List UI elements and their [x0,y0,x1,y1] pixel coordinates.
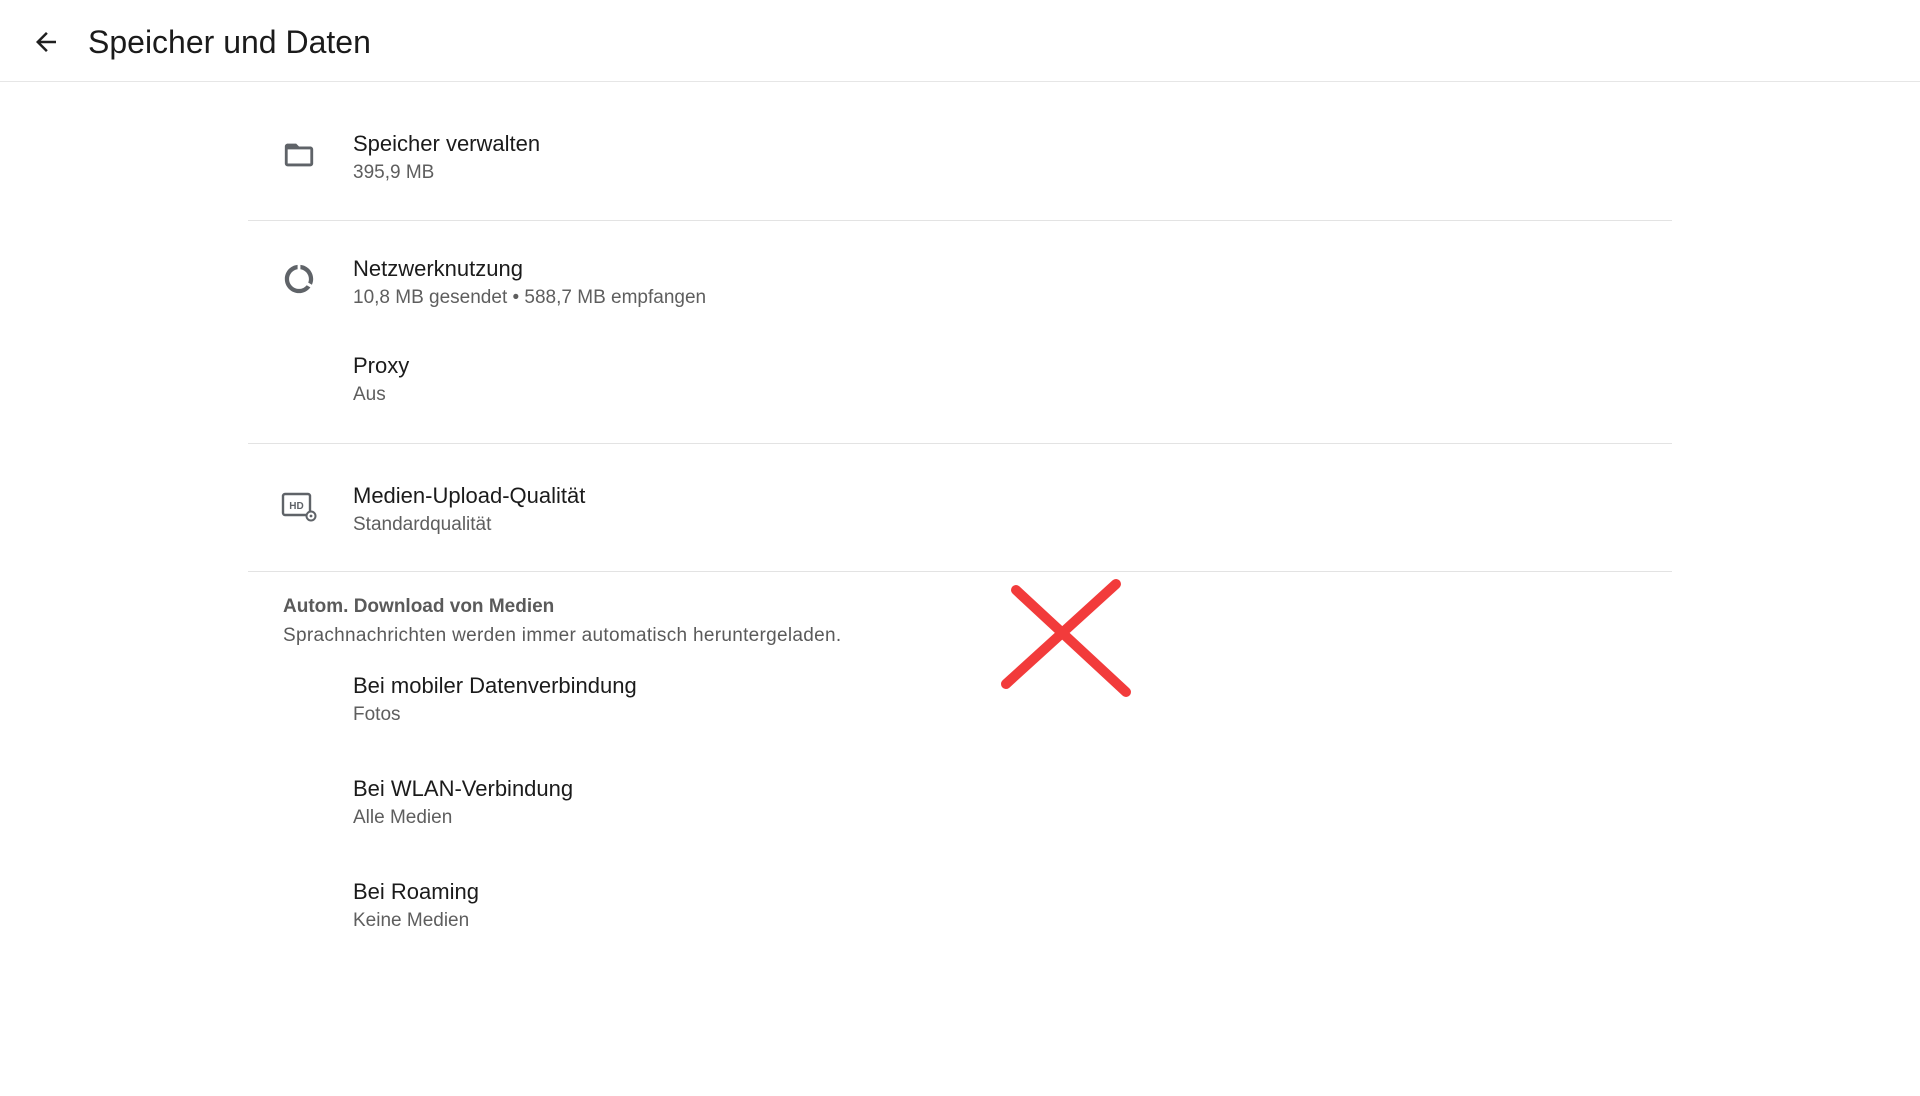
settings-list: Speicher verwalten 395,9 MB Netzwerknutz… [248,82,1672,981]
network-usage-subtitle: 10,8 MB gesendet • 588,7 MB empfangen [353,287,707,308]
auto-download-roaming-row[interactable]: Bei Roaming Keine Medien [248,878,1672,981]
auto-download-mobile-row[interactable]: Bei mobiler Datenverbindung Fotos [248,672,1672,775]
auto-download-section-header: Autom. Download von Medien Sprachnachric… [248,572,1672,672]
auto-download-wlan-title: Bei WLAN-Verbindung [353,776,574,801]
auto-download-wlan-subtitle: Alle Medien [353,807,453,828]
section-description: Sprachnachrichten werden immer automatis… [283,625,842,646]
svg-text:HD: HD [289,501,303,512]
section-title: Autom. Download von Medien [283,596,555,617]
data-usage-icon [280,260,318,298]
auto-download-roaming-subtitle: Keine Medien [353,910,470,931]
network-usage-row[interactable]: Netzwerknutzung 10,8 MB gesendet • 588,7… [248,221,1672,321]
media-upload-quality-subtitle: Standardqualität [353,514,492,535]
folder-icon [280,136,318,174]
auto-download-wlan-row[interactable]: Bei WLAN-Verbindung Alle Medien [248,775,1672,878]
media-upload-quality-row[interactable]: HD Medien-Upload-Qualität Standardqualit… [248,444,1672,571]
page-title: Speicher und Daten [88,24,371,60]
arrow-back-icon [36,32,56,52]
storage-row[interactable]: Speicher verwalten 395,9 MB [248,82,1672,220]
proxy-subtitle: Aus [353,384,386,405]
hd-settings-icon: HD [280,488,318,526]
storage-title: Speicher verwalten [353,131,541,156]
app-bar: Speicher und Daten [0,0,1920,82]
network-usage-title: Netzwerknutzung [353,256,523,281]
red-x-mark-icon [1001,579,1131,697]
storage-subtitle: 395,9 MB [353,162,435,183]
auto-download-roaming-title: Bei Roaming [353,879,479,904]
media-upload-quality-title: Medien-Upload-Qualität [353,483,586,508]
auto-download-mobile-subtitle: Fotos [353,704,401,725]
auto-download-mobile-title: Bei mobiler Datenverbindung [353,673,637,698]
proxy-title: Proxy [353,353,410,378]
back-button[interactable] [24,20,68,64]
proxy-row[interactable]: Proxy Aus [248,321,1672,443]
